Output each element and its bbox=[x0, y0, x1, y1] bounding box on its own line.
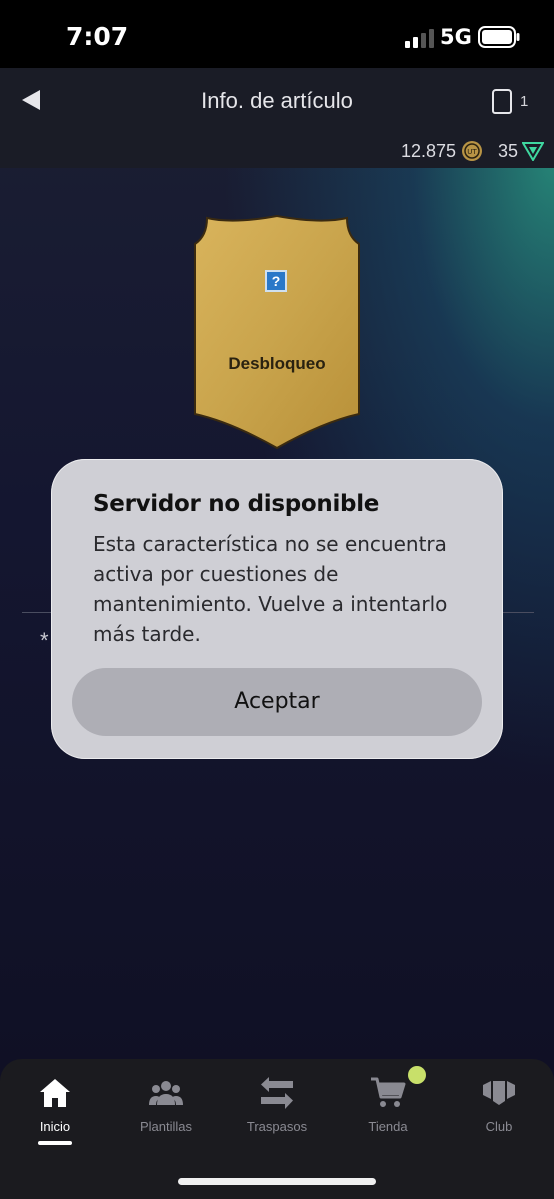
svg-text:UT: UT bbox=[467, 148, 477, 156]
status-time: 7:07 bbox=[66, 22, 129, 51]
card-label: Desbloqueo bbox=[228, 354, 326, 373]
points-icon bbox=[522, 142, 544, 161]
network-label: 5G bbox=[440, 25, 472, 49]
nav-item-tienda[interactable]: Tienda bbox=[333, 1059, 443, 1155]
coin-icon: UT bbox=[462, 141, 482, 161]
nav-label-plantillas: Plantillas bbox=[139, 1119, 193, 1134]
nav-label-club: Club bbox=[485, 1119, 513, 1134]
coins-value: 12.875 bbox=[400, 141, 456, 161]
nav-item-inicio[interactable]: Inicio bbox=[0, 1059, 110, 1155]
nav-label-traspasos: Traspasos bbox=[246, 1119, 308, 1134]
top-bar: Info. de artículo 1 12.875 UT 35 bbox=[0, 68, 554, 168]
inventory-count: 1 bbox=[520, 93, 529, 110]
question-mark-icon: ? bbox=[265, 270, 287, 292]
nav-label-tienda: Tienda bbox=[368, 1119, 408, 1134]
nav-item-club[interactable]: Club bbox=[444, 1059, 554, 1155]
battery-icon bbox=[478, 26, 520, 48]
dialog-title: Servidor no disponible bbox=[93, 491, 380, 517]
active-tab-indicator bbox=[38, 1141, 72, 1145]
dialog-message: Esta característica no se encuentra acti… bbox=[93, 532, 448, 646]
home-indicator[interactable] bbox=[178, 1178, 376, 1185]
inventory-icon[interactable] bbox=[492, 88, 512, 114]
footnote-asterisk: * bbox=[40, 628, 49, 653]
transfer-arrows-icon bbox=[261, 1077, 293, 1109]
page-title: Info. de artículo bbox=[201, 88, 353, 113]
points-value: 35 bbox=[497, 141, 518, 161]
nav-item-plantillas[interactable]: Plantillas bbox=[111, 1059, 221, 1155]
status-bar: 7:07 5G bbox=[0, 0, 554, 68]
item-card[interactable] bbox=[193, 214, 361, 450]
group-icon bbox=[149, 1081, 183, 1105]
alert-dialog: Servidor no disponible Esta característi… bbox=[51, 459, 503, 759]
home-icon bbox=[40, 1079, 70, 1107]
club-icon bbox=[483, 1081, 515, 1105]
notification-badge bbox=[408, 1066, 426, 1084]
signal-icon bbox=[405, 29, 434, 48]
nav-label-inicio: Inicio bbox=[39, 1119, 71, 1134]
nav-item-traspasos[interactable]: Traspasos bbox=[222, 1059, 332, 1155]
shopping-cart-icon bbox=[371, 1077, 406, 1107]
accept-button[interactable]: Aceptar bbox=[72, 668, 482, 736]
